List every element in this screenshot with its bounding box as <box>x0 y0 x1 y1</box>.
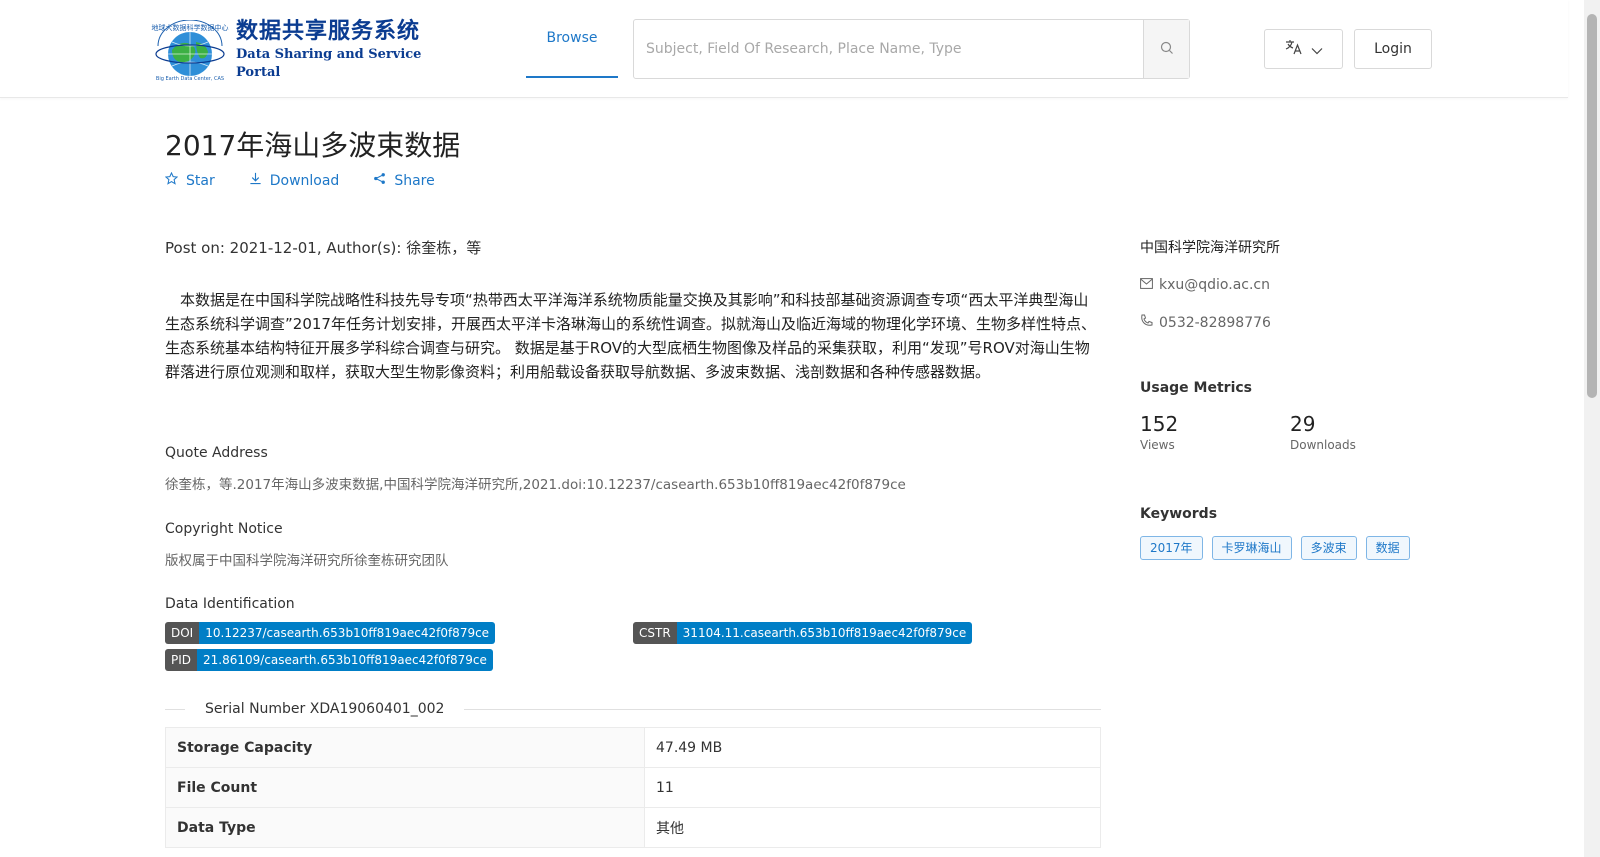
keyword-tag[interactable]: 数据 <box>1365 536 1410 560</box>
cstr-badge[interactable]: CSTR 31104.11.casearth.653b10ff819aec42f… <box>633 622 973 644</box>
downloads-label: Downloads <box>1290 438 1356 452</box>
star-label: Star <box>186 172 215 189</box>
scrollbar-thumb[interactable] <box>1587 14 1597 398</box>
email-text[interactable]: kxu@qdio.ac.cn <box>1159 274 1270 296</box>
globe-logo-icon: 地球大数据科学数据中心 Big Earth Data Center, CAS <box>150 19 230 82</box>
identification-label: Data Identification <box>165 596 295 612</box>
main-content: Post on: 2021-12-01, Author(s): 徐奎栋，等 本数… <box>165 236 1101 848</box>
dataset-description: 本数据是在中国科学院战略性科技先导专项“热带西太平洋海洋系统物质能量交换及其影响… <box>165 291 1096 381</box>
serial-number-divider: Serial Number XDA19060401_002 <box>165 698 1101 720</box>
search-button[interactable] <box>1143 20 1189 78</box>
keyword-list: 2017年 卡罗琳海山 多波束 数据 <box>1140 536 1410 560</box>
page-scrollbar[interactable] <box>1584 0 1600 857</box>
top-header: 地球大数据科学数据中心 Big Earth Data Center, CAS 数… <box>0 0 1568 98</box>
action-bar: Star Download Share <box>164 171 435 189</box>
star-icon <box>164 171 179 189</box>
share-button[interactable]: Share <box>373 172 435 189</box>
copyright-label: Copyright Notice <box>165 521 283 537</box>
contact-email: kxu@qdio.ac.cn <box>1140 274 1440 296</box>
keyword-tag[interactable]: 卡罗琳海山 <box>1211 536 1292 560</box>
copyright-value: 版权属于中国科学院海洋研究所徐奎栋研究团队 <box>165 553 449 569</box>
table-value: 其他 <box>644 807 1101 848</box>
doi-badge-key: DOI <box>165 622 200 644</box>
doi-badge[interactable]: DOI 10.12237/casearth.653b10ff819aec42f0… <box>165 622 496 644</box>
pid-badge-key: PID <box>165 649 198 671</box>
quote-section: Quote Address 徐奎栋，等.2017年海山多波束数据,中国科学院海洋… <box>165 445 1101 493</box>
logo-title-cn: 数据共享服务系统 <box>236 19 421 44</box>
keyword-tag[interactable]: 2017年 <box>1140 536 1203 560</box>
search-input[interactable] <box>634 20 1143 78</box>
doi-badge-value: 10.12237/casearth.653b10ff819aec42f0f879… <box>199 622 496 644</box>
logo-title-en: Data Sharing and Service Portal <box>236 47 422 80</box>
download-button[interactable]: Download <box>249 172 340 189</box>
table-key: Storage Capacity <box>165 727 645 768</box>
share-label: Share <box>394 172 435 189</box>
views-label: Views <box>1140 438 1175 452</box>
views-metric: 152 Views <box>1140 412 1178 452</box>
cstr-badge-value: 31104.11.casearth.653b10ff819aec42f0f879… <box>676 622 973 644</box>
logo-tiny-cn: 地球大数据科学数据中心 <box>152 23 229 32</box>
pid-badge-value: 21.86109/casearth.653b10ff819aec42f0f879… <box>197 649 493 671</box>
table-row: Data Type 其他 <box>165 807 1101 848</box>
pid-badge[interactable]: PID 21.86109/casearth.653b10ff819aec42f0… <box>165 649 493 671</box>
download-icon <box>249 172 262 189</box>
keyword-tag[interactable]: 多波束 <box>1300 536 1357 560</box>
search-bar <box>633 19 1190 79</box>
chevron-down-icon <box>1311 40 1323 59</box>
side-panel: 中国科学院海洋研究所 kxu@qdio.ac.cn 0532-82898776 … <box>1140 236 1440 560</box>
views-count: 152 <box>1140 412 1179 436</box>
nav-browse-tab[interactable]: Browse <box>526 0 618 78</box>
data-identification-section: Data Identification DOI 10.12237/caseart… <box>165 596 1101 682</box>
language-selector[interactable] <box>1264 29 1343 69</box>
quote-label: Quote Address <box>165 445 268 461</box>
serial-number: Serial Number XDA19060401_002 <box>205 701 445 717</box>
download-label: Download <box>269 172 340 189</box>
site-logo[interactable]: 地球大数据科学数据中心 Big Earth Data Center, CAS 数… <box>150 18 440 82</box>
table-key: Data Type <box>165 807 645 848</box>
share-icon <box>373 172 386 189</box>
logo-globe-caption: Big Earth Data Center, CAS <box>156 76 224 82</box>
contact-phone: 0532-82898776 <box>1140 312 1440 334</box>
star-button[interactable]: Star <box>164 171 215 189</box>
search-icon <box>1160 40 1174 59</box>
copyright-section: Copyright Notice 版权属于中国科学院海洋研究所徐奎栋研究团队 <box>165 521 1101 569</box>
login-button[interactable]: Login <box>1354 29 1432 69</box>
cstr-badge-key: CSTR <box>633 622 677 644</box>
page-title: 2017年海山多波束数据 <box>165 129 461 162</box>
keywords-title: Keywords <box>1140 506 1218 522</box>
table-key: File Count <box>165 767 645 808</box>
phone-text: 0532-82898776 <box>1159 315 1271 331</box>
table-row: Storage Capacity 47.49 MB <box>165 727 1101 768</box>
post-info: Post on: 2021-12-01, Author(s): 徐奎栋，等 <box>165 239 482 257</box>
organization-name: 中国科学院海洋研究所 <box>1140 240 1280 256</box>
translate-icon <box>1285 39 1303 59</box>
downloads-count: 29 <box>1290 412 1316 436</box>
downloads-metric: 29 Downloads <box>1290 412 1356 452</box>
table-value: 47.49 MB <box>644 727 1101 768</box>
table-value: 11 <box>644 767 1101 808</box>
table-row: File Count 11 <box>165 767 1101 808</box>
usage-metrics-title: Usage Metrics <box>1140 380 1252 396</box>
mail-icon <box>1140 274 1153 296</box>
quote-value: 徐奎栋，等.2017年海山多波束数据,中国科学院海洋研究所,2021.doi:1… <box>165 477 906 493</box>
phone-icon <box>1140 312 1153 334</box>
dataset-info-table: Storage Capacity 47.49 MB File Count 11 … <box>165 727 1101 848</box>
